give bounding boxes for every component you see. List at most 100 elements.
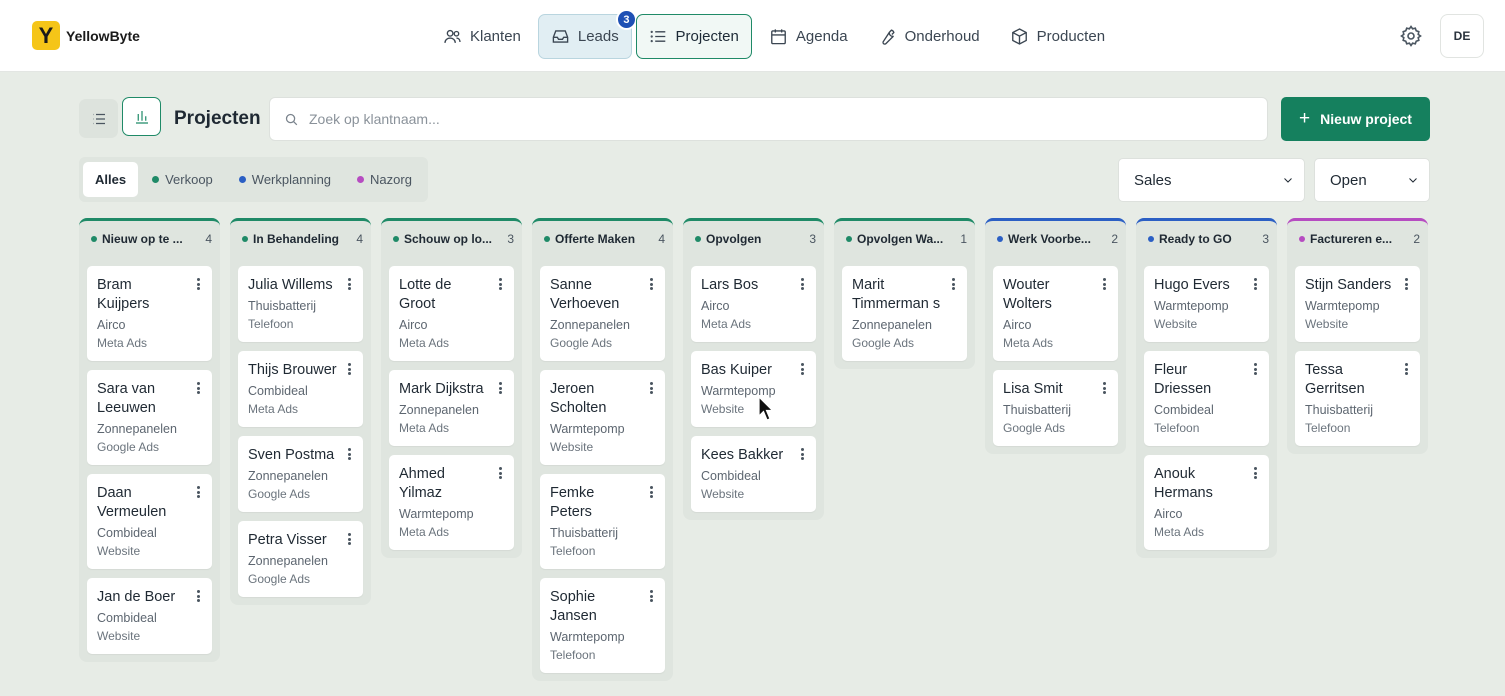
project-card[interactable]: Julia Willems Thuisbatterij Telefoon xyxy=(238,266,363,342)
card-product-type: Zonnepanelen xyxy=(550,318,630,332)
card-product-type: Combideal xyxy=(97,526,157,540)
column-count: 1 xyxy=(960,231,967,246)
kanban-view-button[interactable] xyxy=(122,97,161,136)
nav-onderhoud[interactable]: Onderhoud xyxy=(865,14,993,59)
card-customer-name: Daan Vermeulen xyxy=(97,485,167,520)
card-lead-source: Meta Ads xyxy=(1003,336,1054,350)
more-options-icon[interactable] xyxy=(193,588,203,604)
nav-klanten[interactable]: Klanten xyxy=(430,14,534,59)
project-card[interactable]: Wouter Wolters Airco Meta Ads xyxy=(993,266,1118,361)
card-customer-name: Tessa Gerritsen xyxy=(1305,362,1365,397)
project-card[interactable]: Bram Kuijpers Airco Meta Ads xyxy=(87,266,212,361)
project-card[interactable]: Mark Dijkstra Zonnepanelen Meta Ads xyxy=(389,370,514,446)
nav-agenda[interactable]: Agenda xyxy=(756,14,861,59)
more-options-icon[interactable] xyxy=(646,484,656,500)
more-options-icon[interactable] xyxy=(495,380,505,396)
kanban-board: Nieuw op te ... 4 Bram Kuijpers Airco Meta A… xyxy=(79,218,1428,681)
status-select[interactable]: Open xyxy=(1314,158,1430,202)
project-card[interactable]: Petra Visser Zonnepanelen Google Ads xyxy=(238,521,363,597)
more-options-icon[interactable] xyxy=(344,361,354,377)
kanban-column: Opvolgen 3 Lars Bos Airco Meta Ads Bas Kuiper… xyxy=(683,218,824,520)
more-options-icon[interactable] xyxy=(495,276,505,292)
project-card[interactable]: Jan de Boer Combideal Website xyxy=(87,578,212,654)
more-options-icon[interactable] xyxy=(344,446,354,462)
filter-nazorg[interactable]: Nazorg xyxy=(345,162,424,197)
project-card[interactable]: Sophie Jansen Warmtepomp Telefoon xyxy=(540,578,665,673)
project-card[interactable]: Thijs Brouwer Combideal Meta Ads xyxy=(238,351,363,427)
project-card[interactable]: Jeroen Scholten Warmtepomp Website xyxy=(540,370,665,465)
filter-verkoop[interactable]: Verkoop xyxy=(140,162,225,197)
project-card[interactable]: Sanne Verhoeven Zonnepanelen Google Ads xyxy=(540,266,665,361)
new-project-label: Nieuw project xyxy=(1320,111,1412,127)
nav-leads[interactable]: Leads 3 xyxy=(537,9,637,59)
more-options-icon[interactable] xyxy=(193,484,203,500)
more-options-icon[interactable] xyxy=(646,276,656,292)
more-options-icon[interactable] xyxy=(1099,276,1109,292)
more-options-icon[interactable] xyxy=(797,276,807,292)
more-options-icon[interactable] xyxy=(646,588,656,604)
page-title: Projecten xyxy=(174,108,261,129)
project-card[interactable]: Bas Kuiper Warmtepomp Website xyxy=(691,351,816,427)
card-lead-source: Meta Ads xyxy=(248,402,299,416)
project-card[interactable]: Femke Peters Thuisbatterij Telefoon xyxy=(540,474,665,569)
card-lead-source: Google Ads xyxy=(248,487,311,501)
kanban-column: Werk Voorbe... 2 Wouter Wolters Airco Meta A… xyxy=(985,218,1126,454)
nav-projecten[interactable]: Projecten xyxy=(635,14,752,59)
project-card[interactable]: Fleur Driessen Combideal Telefoon xyxy=(1144,351,1269,446)
column-header: In Behandeling 4 xyxy=(238,221,363,256)
project-card[interactable]: Lotte de Groot Airco Meta Ads xyxy=(389,266,514,361)
project-card[interactable]: Daan Vermeulen Combideal Website xyxy=(87,474,212,569)
search-input[interactable] xyxy=(309,111,1209,127)
more-options-icon[interactable] xyxy=(948,276,958,292)
card-customer-name: Thijs Brouwer xyxy=(248,362,337,378)
card-product-type: Warmtepomp xyxy=(399,507,474,521)
list-view-button[interactable] xyxy=(79,99,118,138)
more-options-icon[interactable] xyxy=(1401,361,1411,377)
nav-producten[interactable]: Producten xyxy=(997,14,1118,59)
more-options-icon[interactable] xyxy=(797,361,807,377)
more-options-icon[interactable] xyxy=(193,276,203,292)
project-card[interactable]: Lars Bos Airco Meta Ads xyxy=(691,266,816,342)
status-dot xyxy=(152,176,160,183)
column-count: 4 xyxy=(658,231,665,246)
more-options-icon[interactable] xyxy=(646,380,656,396)
more-options-icon[interactable] xyxy=(1250,361,1260,377)
card-product-type: Thuisbatterij xyxy=(1305,403,1374,417)
settings-button[interactable] xyxy=(1399,24,1423,48)
column-header: Werk Voorbe... 2 xyxy=(993,221,1118,256)
column-title: Opvolgen Wa... xyxy=(857,231,944,246)
project-card[interactable]: Tessa Gerritsen Thuisbatterij Telefoon xyxy=(1295,351,1420,446)
new-project-button[interactable]: + Nieuw project xyxy=(1281,97,1430,141)
more-options-icon[interactable] xyxy=(1250,465,1260,481)
more-options-icon[interactable] xyxy=(344,276,354,292)
project-card[interactable]: Sven Postma Zonnepanelen Google Ads xyxy=(238,436,363,512)
card-lead-source: Telefoon xyxy=(550,648,596,662)
nav-klanten-label: Klanten xyxy=(470,28,521,45)
more-options-icon[interactable] xyxy=(344,531,354,547)
more-options-icon[interactable] xyxy=(1401,276,1411,292)
card-product-type: Airco xyxy=(701,299,730,313)
user-avatar[interactable]: DE xyxy=(1440,14,1484,58)
top-navigation-bar: Y YellowByte Klanten Leads 3 Projecten A… xyxy=(0,0,1505,72)
project-card[interactable]: Hugo Evers Warmtepomp Website xyxy=(1144,266,1269,342)
project-card[interactable]: Sara van Leeuwen Zonnepanelen Google Ads xyxy=(87,370,212,465)
more-options-icon[interactable] xyxy=(495,465,505,481)
app-logo[interactable]: Y YellowByte xyxy=(32,21,140,50)
more-options-icon[interactable] xyxy=(1099,380,1109,396)
filter-alles[interactable]: Alles xyxy=(83,162,139,197)
filter-werkplanning[interactable]: Werkplanning xyxy=(227,162,343,197)
more-options-icon[interactable] xyxy=(797,446,807,462)
project-card[interactable]: Marit Timmerman s Zonnepanelen Google Ads xyxy=(842,266,967,361)
project-card[interactable]: Lisa Smit Thuisbatterij Google Ads xyxy=(993,370,1118,446)
project-card[interactable]: Kees Bakker Combideal Website xyxy=(691,436,816,512)
kanban-column: Factureren e... 2 Stijn Sanders Warmtepomp W… xyxy=(1287,218,1428,454)
project-card[interactable]: Ahmed Yilmaz Warmtepomp Meta Ads xyxy=(389,455,514,550)
card-customer-name: Jan de Boer xyxy=(97,589,176,605)
sales-select[interactable]: Sales xyxy=(1118,158,1305,202)
more-options-icon[interactable] xyxy=(1250,276,1260,292)
view-toggle xyxy=(79,97,161,138)
more-options-icon[interactable] xyxy=(193,380,203,396)
project-card[interactable]: Anouk Hermans Airco Meta Ads xyxy=(1144,455,1269,550)
project-card[interactable]: Stijn Sanders Warmtepomp Website xyxy=(1295,266,1420,342)
kanban-column: In Behandeling 4 Julia Willems Thuisbatteri… xyxy=(230,218,371,605)
